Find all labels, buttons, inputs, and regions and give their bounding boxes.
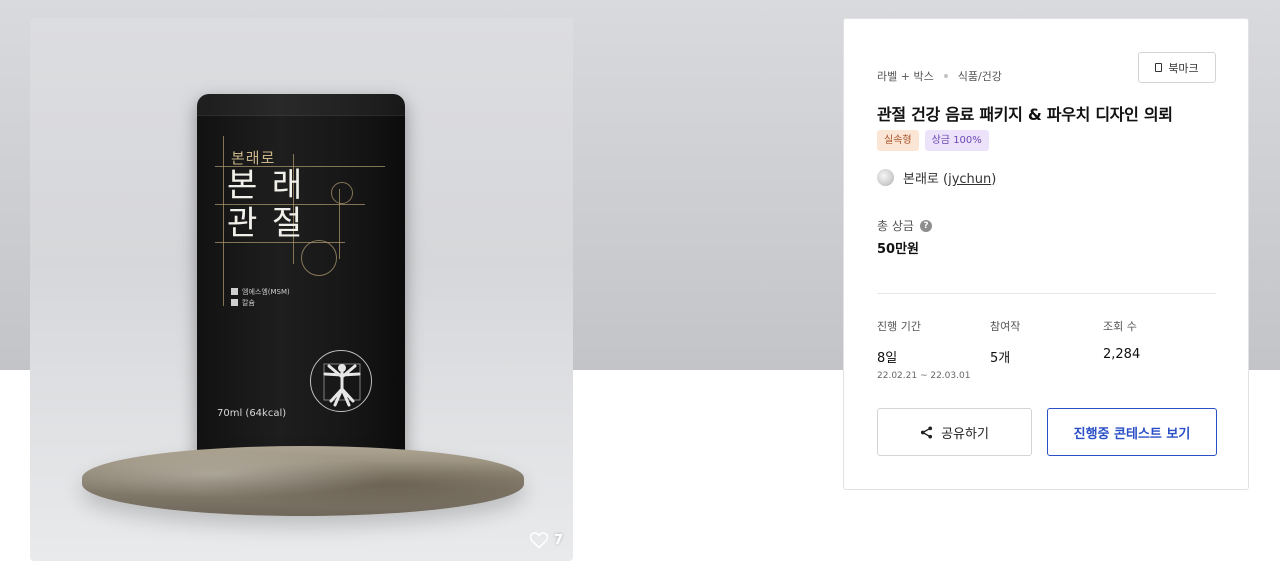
view-ongoing-contests-button[interactable]: 진행중 콘테스트 보기 [1047, 408, 1217, 456]
bookmark-icon [1155, 63, 1163, 72]
help-icon[interactable]: ? [919, 219, 932, 232]
like-button[interactable]: 7 [529, 531, 563, 549]
pouch-package: 본래로 본 래 관 절 엠에스엠(MSM) 칼슘 70ml (64kcal) [197, 94, 405, 458]
product-image[interactable]: 본래로 본 래 관 절 엠에스엠(MSM) 칼슘 70ml (64kcal) 7 [30, 18, 573, 561]
heart-icon [529, 532, 549, 549]
pouch-volume: 70ml (64kcal) [217, 408, 287, 419]
vitruvian-figure [310, 350, 372, 412]
stat-entries: 참여작 5개 [990, 320, 1021, 366]
contest-owner: 본래로 (jychun) [877, 168, 996, 187]
owner-id-link[interactable]: jychun [948, 172, 991, 187]
avatar [877, 169, 894, 186]
like-count: 7 [553, 532, 563, 548]
share-icon [921, 425, 933, 439]
contest-title: 관절 건강 음료 패키지 & 파우치 디자인 의뢰 [877, 105, 1173, 124]
divider [877, 293, 1216, 294]
breadcrumb-separator [943, 74, 948, 78]
stat-duration: 진행 기간 8일 22.02.21 ~ 22.03.01 [877, 318, 990, 381]
badge-type: 실속형 [877, 130, 919, 151]
duration-dates: 22.02.21 ~ 22.03.01 [877, 371, 971, 381]
pouch-title: 본 래 관 절 [227, 165, 305, 242]
contest-stats: 진행 기간 8일 22.02.21 ~ 22.03.01 참여작 5개 조회 수… [877, 318, 1216, 381]
badge-prize-rate: 상금 100% [924, 130, 989, 151]
bookmark-button[interactable]: 북마크 [1138, 52, 1216, 83]
total-prize-value: 50만원 [877, 242, 920, 257]
stat-views: 조회 수 2,284 [1103, 320, 1141, 362]
contest-info-panel: 라벨 + 박스 식품/건강 북마크 관절 건강 음료 패키지 & 파우치 디자인… [843, 18, 1249, 490]
stone-pedestal [82, 446, 524, 516]
share-button[interactable]: 공유하기 [877, 408, 1032, 456]
breadcrumb-subcategory[interactable]: 식품/건강 [958, 68, 1002, 84]
total-prize-label: 총 상금 ? [877, 217, 932, 234]
pouch-ingredients: 엠에스엠(MSM) 칼슘 [231, 287, 290, 309]
badge-group: 실속형 상금 100% [877, 130, 989, 151]
breadcrumb: 라벨 + 박스 식품/건강 [877, 68, 1002, 84]
owner-name: 본래로 [903, 172, 939, 187]
breadcrumb-category[interactable]: 라벨 + 박스 [877, 68, 934, 84]
